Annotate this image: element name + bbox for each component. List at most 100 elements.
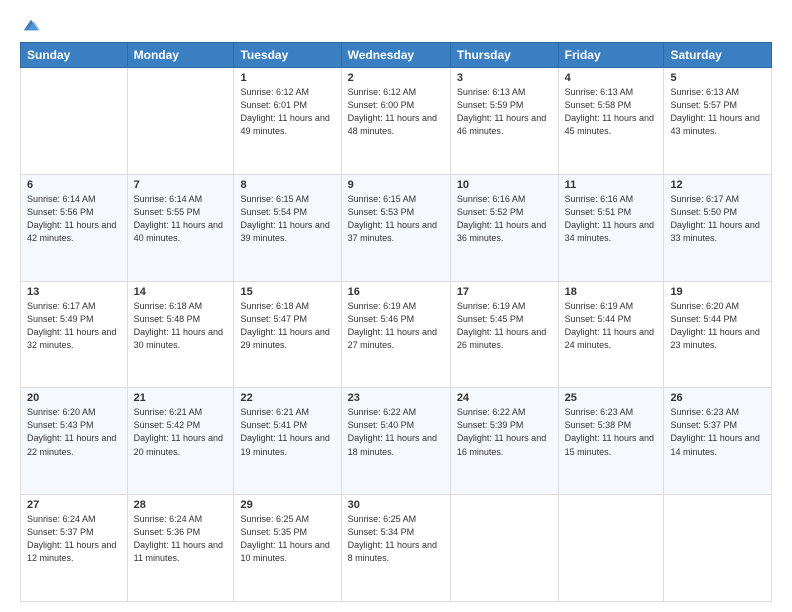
- day-info: Sunrise: 6:13 AMSunset: 5:59 PMDaylight:…: [457, 87, 546, 136]
- day-info: Sunrise: 6:24 AMSunset: 5:37 PMDaylight:…: [27, 514, 116, 563]
- day-info: Sunrise: 6:22 AMSunset: 5:40 PMDaylight:…: [348, 407, 437, 456]
- day-number: 27: [27, 499, 121, 511]
- day-info: Sunrise: 6:12 AMSunset: 6:01 PMDaylight:…: [240, 87, 329, 136]
- day-number: 29: [240, 499, 334, 511]
- calendar-cell: [21, 68, 128, 175]
- day-info: Sunrise: 6:15 AMSunset: 5:53 PMDaylight:…: [348, 194, 437, 243]
- day-number: 9: [348, 179, 444, 191]
- weekday-header-wednesday: Wednesday: [341, 43, 450, 68]
- day-info: Sunrise: 6:21 AMSunset: 5:41 PMDaylight:…: [240, 407, 329, 456]
- day-number: 5: [670, 72, 765, 84]
- day-info: Sunrise: 6:19 AMSunset: 5:46 PMDaylight:…: [348, 301, 437, 350]
- day-info: Sunrise: 6:19 AMSunset: 5:44 PMDaylight:…: [565, 301, 654, 350]
- calendar-cell: 8 Sunrise: 6:15 AMSunset: 5:54 PMDayligh…: [234, 174, 341, 281]
- weekday-header-monday: Monday: [127, 43, 234, 68]
- day-number: 2: [348, 72, 444, 84]
- day-info: Sunrise: 6:17 AMSunset: 5:49 PMDaylight:…: [27, 301, 116, 350]
- day-info: Sunrise: 6:25 AMSunset: 5:34 PMDaylight:…: [348, 514, 437, 563]
- calendar-cell: 17 Sunrise: 6:19 AMSunset: 5:45 PMDaylig…: [450, 281, 558, 388]
- day-number: 8: [240, 179, 334, 191]
- day-info: Sunrise: 6:14 AMSunset: 5:55 PMDaylight:…: [134, 194, 223, 243]
- calendar-cell: 13 Sunrise: 6:17 AMSunset: 5:49 PMDaylig…: [21, 281, 128, 388]
- day-info: Sunrise: 6:16 AMSunset: 5:51 PMDaylight:…: [565, 194, 654, 243]
- calendar-cell: 27 Sunrise: 6:24 AMSunset: 5:37 PMDaylig…: [21, 495, 128, 602]
- calendar-cell: 1 Sunrise: 6:12 AMSunset: 6:01 PMDayligh…: [234, 68, 341, 175]
- day-number: 12: [670, 179, 765, 191]
- calendar-cell: 5 Sunrise: 6:13 AMSunset: 5:57 PMDayligh…: [664, 68, 772, 175]
- calendar-cell: 18 Sunrise: 6:19 AMSunset: 5:44 PMDaylig…: [558, 281, 664, 388]
- day-number: 11: [565, 179, 658, 191]
- day-info: Sunrise: 6:13 AMSunset: 5:58 PMDaylight:…: [565, 87, 654, 136]
- day-number: 22: [240, 392, 334, 404]
- day-info: Sunrise: 6:16 AMSunset: 5:52 PMDaylight:…: [457, 194, 546, 243]
- weekday-header-thursday: Thursday: [450, 43, 558, 68]
- day-number: 25: [565, 392, 658, 404]
- day-number: 4: [565, 72, 658, 84]
- day-number: 18: [565, 286, 658, 298]
- day-number: 21: [134, 392, 228, 404]
- calendar-cell: 11 Sunrise: 6:16 AMSunset: 5:51 PMDaylig…: [558, 174, 664, 281]
- logo-icon: [22, 16, 40, 34]
- calendar-cell: 7 Sunrise: 6:14 AMSunset: 5:55 PMDayligh…: [127, 174, 234, 281]
- day-info: Sunrise: 6:14 AMSunset: 5:56 PMDaylight:…: [27, 194, 116, 243]
- day-number: 1: [240, 72, 334, 84]
- weekday-header-friday: Friday: [558, 43, 664, 68]
- day-info: Sunrise: 6:12 AMSunset: 6:00 PMDaylight:…: [348, 87, 437, 136]
- calendar-table: SundayMondayTuesdayWednesdayThursdayFrid…: [20, 42, 772, 602]
- day-info: Sunrise: 6:20 AMSunset: 5:43 PMDaylight:…: [27, 407, 116, 456]
- weekday-header-tuesday: Tuesday: [234, 43, 341, 68]
- day-info: Sunrise: 6:13 AMSunset: 5:57 PMDaylight:…: [670, 87, 759, 136]
- day-number: 28: [134, 499, 228, 511]
- day-number: 3: [457, 72, 552, 84]
- calendar-cell: 2 Sunrise: 6:12 AMSunset: 6:00 PMDayligh…: [341, 68, 450, 175]
- calendar-cell: 3 Sunrise: 6:13 AMSunset: 5:59 PMDayligh…: [450, 68, 558, 175]
- day-number: 7: [134, 179, 228, 191]
- calendar-cell: 22 Sunrise: 6:21 AMSunset: 5:41 PMDaylig…: [234, 388, 341, 495]
- header: [20, 16, 772, 34]
- day-info: Sunrise: 6:20 AMSunset: 5:44 PMDaylight:…: [670, 301, 759, 350]
- day-info: Sunrise: 6:17 AMSunset: 5:50 PMDaylight:…: [670, 194, 759, 243]
- calendar-cell: 16 Sunrise: 6:19 AMSunset: 5:46 PMDaylig…: [341, 281, 450, 388]
- day-number: 19: [670, 286, 765, 298]
- weekday-header-saturday: Saturday: [664, 43, 772, 68]
- calendar-cell: 26 Sunrise: 6:23 AMSunset: 5:37 PMDaylig…: [664, 388, 772, 495]
- calendar-cell: 29 Sunrise: 6:25 AMSunset: 5:35 PMDaylig…: [234, 495, 341, 602]
- day-number: 13: [27, 286, 121, 298]
- page: SundayMondayTuesdayWednesdayThursdayFrid…: [0, 0, 792, 612]
- calendar-cell: 14 Sunrise: 6:18 AMSunset: 5:48 PMDaylig…: [127, 281, 234, 388]
- calendar-cell: 9 Sunrise: 6:15 AMSunset: 5:53 PMDayligh…: [341, 174, 450, 281]
- day-number: 30: [348, 499, 444, 511]
- weekday-header-sunday: Sunday: [21, 43, 128, 68]
- calendar-cell: [664, 495, 772, 602]
- calendar-week-3: 13 Sunrise: 6:17 AMSunset: 5:49 PMDaylig…: [21, 281, 772, 388]
- calendar-cell: [558, 495, 664, 602]
- logo: [20, 16, 40, 34]
- day-info: Sunrise: 6:24 AMSunset: 5:36 PMDaylight:…: [134, 514, 223, 563]
- day-number: 24: [457, 392, 552, 404]
- calendar-week-4: 20 Sunrise: 6:20 AMSunset: 5:43 PMDaylig…: [21, 388, 772, 495]
- calendar-cell: 23 Sunrise: 6:22 AMSunset: 5:40 PMDaylig…: [341, 388, 450, 495]
- calendar-week-5: 27 Sunrise: 6:24 AMSunset: 5:37 PMDaylig…: [21, 495, 772, 602]
- calendar-cell: 4 Sunrise: 6:13 AMSunset: 5:58 PMDayligh…: [558, 68, 664, 175]
- calendar-cell: 28 Sunrise: 6:24 AMSunset: 5:36 PMDaylig…: [127, 495, 234, 602]
- calendar-cell: 6 Sunrise: 6:14 AMSunset: 5:56 PMDayligh…: [21, 174, 128, 281]
- calendar-week-2: 6 Sunrise: 6:14 AMSunset: 5:56 PMDayligh…: [21, 174, 772, 281]
- calendar-cell: 21 Sunrise: 6:21 AMSunset: 5:42 PMDaylig…: [127, 388, 234, 495]
- calendar-cell: 30 Sunrise: 6:25 AMSunset: 5:34 PMDaylig…: [341, 495, 450, 602]
- day-number: 26: [670, 392, 765, 404]
- day-info: Sunrise: 6:21 AMSunset: 5:42 PMDaylight:…: [134, 407, 223, 456]
- calendar-week-1: 1 Sunrise: 6:12 AMSunset: 6:01 PMDayligh…: [21, 68, 772, 175]
- day-info: Sunrise: 6:23 AMSunset: 5:37 PMDaylight:…: [670, 407, 759, 456]
- day-number: 6: [27, 179, 121, 191]
- day-info: Sunrise: 6:19 AMSunset: 5:45 PMDaylight:…: [457, 301, 546, 350]
- day-info: Sunrise: 6:22 AMSunset: 5:39 PMDaylight:…: [457, 407, 546, 456]
- calendar-cell: 20 Sunrise: 6:20 AMSunset: 5:43 PMDaylig…: [21, 388, 128, 495]
- day-number: 16: [348, 286, 444, 298]
- day-number: 20: [27, 392, 121, 404]
- day-number: 17: [457, 286, 552, 298]
- calendar-cell: 15 Sunrise: 6:18 AMSunset: 5:47 PMDaylig…: [234, 281, 341, 388]
- calendar-cell: 12 Sunrise: 6:17 AMSunset: 5:50 PMDaylig…: [664, 174, 772, 281]
- calendar-header-row: SundayMondayTuesdayWednesdayThursdayFrid…: [21, 43, 772, 68]
- day-info: Sunrise: 6:23 AMSunset: 5:38 PMDaylight:…: [565, 407, 654, 456]
- calendar-cell: 25 Sunrise: 6:23 AMSunset: 5:38 PMDaylig…: [558, 388, 664, 495]
